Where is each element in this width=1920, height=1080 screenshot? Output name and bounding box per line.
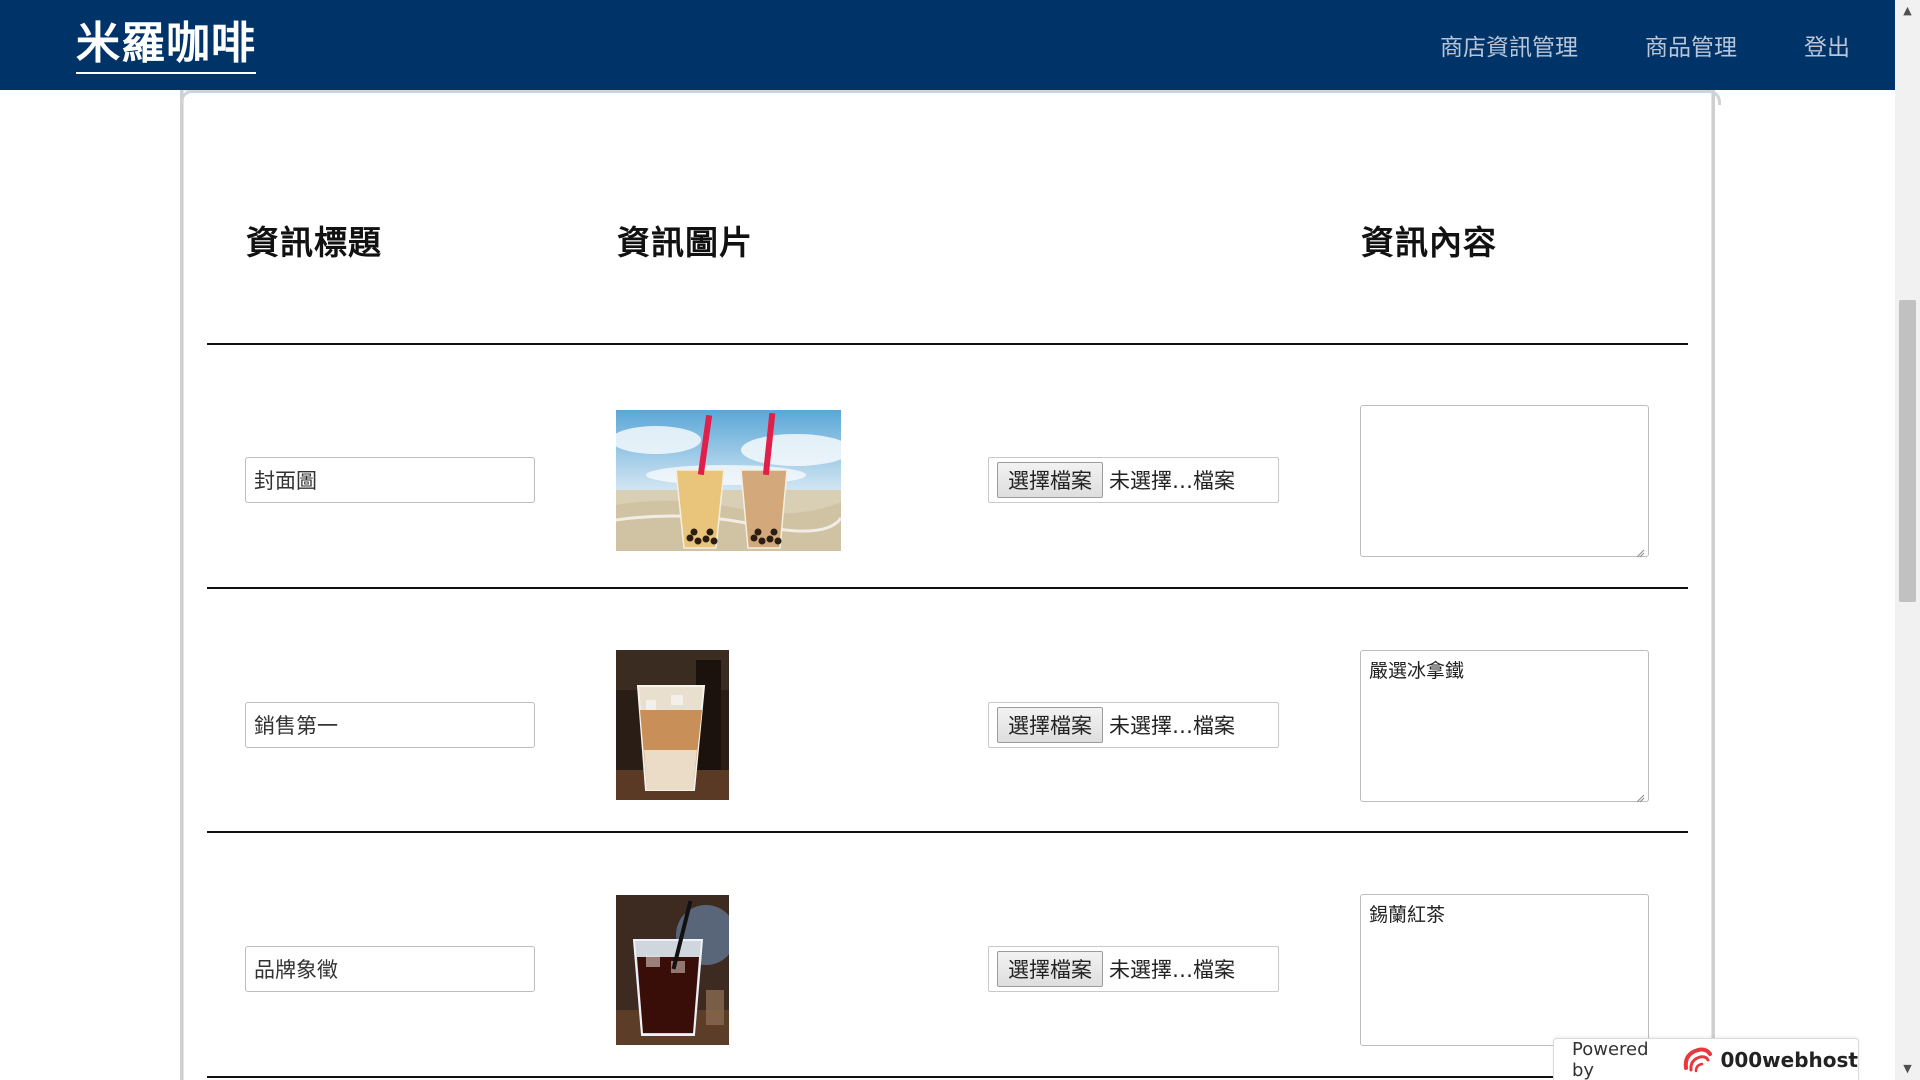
brand-logo-link[interactable]: 米羅咖啡 bbox=[76, 18, 256, 74]
info-content-textarea[interactable] bbox=[1360, 405, 1649, 557]
bubble-tea-image bbox=[616, 410, 841, 551]
file-status-text: 未選擇…檔案 bbox=[1109, 469, 1235, 493]
header-info-content: 資訊內容 bbox=[1361, 223, 1497, 262]
resize-grip-icon[interactable] bbox=[1635, 543, 1645, 558]
powered-by-badge[interactable]: Powered by 000webhost bbox=[1553, 1038, 1859, 1080]
table-divider bbox=[207, 1076, 1688, 1078]
nav-links: 商店資訊管理 商品管理 登出 bbox=[1440, 0, 1850, 90]
choose-file-button[interactable]: 選擇檔案 bbox=[997, 951, 1103, 987]
scroll-down-arrow-icon[interactable]: ▼ bbox=[1895, 1058, 1920, 1080]
choose-file-button[interactable]: 選擇檔案 bbox=[997, 462, 1103, 498]
file-status-text: 未選擇…檔案 bbox=[1109, 714, 1235, 738]
000webhost-name: 000webhost bbox=[1720, 1047, 1858, 1072]
file-picker: 選擇檔案 未選擇…檔案 bbox=[988, 702, 1279, 748]
scroll-thumb[interactable] bbox=[1899, 300, 1916, 602]
info-title-input[interactable] bbox=[245, 702, 535, 748]
info-title-input[interactable] bbox=[245, 457, 535, 503]
page-scrollbar[interactable]: ▲ ▼ bbox=[1895, 0, 1920, 1080]
info-title-input[interactable] bbox=[245, 946, 535, 992]
choose-file-button[interactable]: 選擇檔案 bbox=[997, 707, 1103, 743]
powered-by-label: Powered by bbox=[1572, 1038, 1649, 1080]
iced-latte-image bbox=[616, 650, 729, 800]
file-picker: 選擇檔案 未選擇…檔案 bbox=[988, 946, 1279, 992]
table-divider bbox=[207, 343, 1688, 345]
iced-black-tea-image bbox=[616, 895, 729, 1045]
nav-link-logout[interactable]: 登出 bbox=[1804, 28, 1850, 62]
header-info-image: 資訊圖片 bbox=[617, 223, 753, 262]
table-divider bbox=[207, 587, 1688, 589]
info-content-textarea[interactable]: 錫蘭紅茶 bbox=[1360, 894, 1649, 1046]
scroll-up-arrow-icon[interactable]: ▲ bbox=[1895, 0, 1920, 22]
file-status-text: 未選擇…檔案 bbox=[1109, 958, 1235, 982]
header-info-title: 資訊標題 bbox=[246, 223, 382, 262]
000webhost-logo-icon bbox=[1680, 1044, 1714, 1076]
top-navbar: 米羅咖啡 商店資訊管理 商品管理 登出 bbox=[0, 0, 1895, 90]
info-content-textarea[interactable]: 嚴選冰拿鐵 bbox=[1360, 650, 1649, 802]
nav-link-products[interactable]: 商品管理 bbox=[1645, 28, 1737, 62]
file-picker: 選擇檔案 未選擇…檔案 bbox=[988, 457, 1279, 503]
resize-grip-icon[interactable] bbox=[1635, 788, 1645, 803]
nav-link-store-info[interactable]: 商店資訊管理 bbox=[1440, 28, 1578, 62]
table-divider bbox=[207, 831, 1688, 833]
